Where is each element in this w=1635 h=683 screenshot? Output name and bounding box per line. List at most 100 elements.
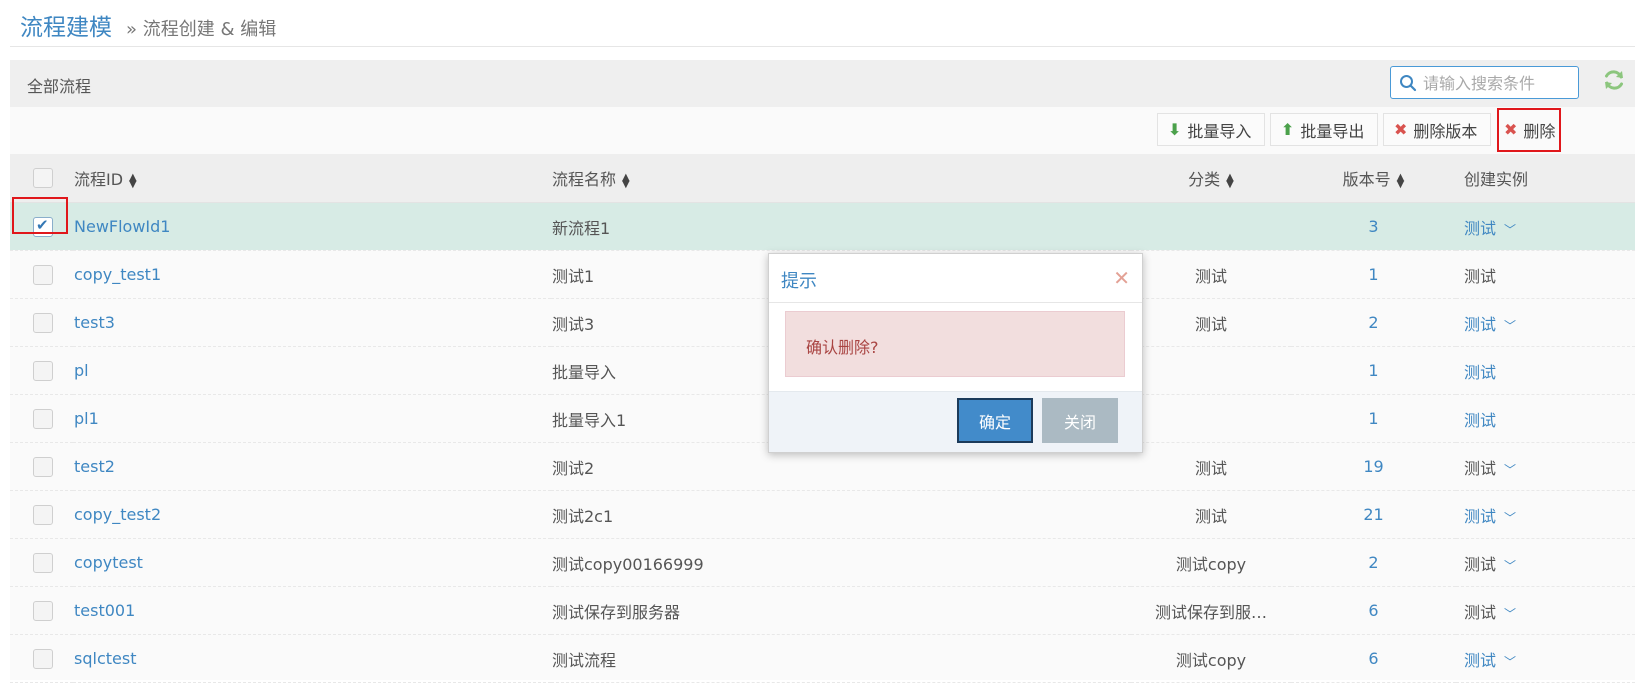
dialog-message: 确认删除?	[806, 338, 879, 357]
row-checkbox[interactable]	[33, 456, 53, 477]
process-id-link[interactable]: copy_test1	[74, 265, 161, 284]
version-number[interactable]: 1	[1368, 409, 1378, 428]
batch-import-button[interactable]: ⬇ 批量导入	[1157, 113, 1265, 146]
sort-icon: ▲ ▼	[622, 171, 630, 190]
process-category: 测试	[1194, 506, 1227, 526]
dialog-header: 提示 ✕	[769, 254, 1142, 303]
sort-icon: ▲ ▼	[129, 171, 137, 190]
chevron-down-icon[interactable]: ﹀	[1504, 607, 1516, 621]
table-row[interactable]: sqlctest 测试流程 测试copy 6 测试 ﹀	[10, 634, 1635, 683]
version-number[interactable]: 21	[1363, 505, 1383, 524]
process-id-link[interactable]: copy_test2	[74, 505, 161, 524]
col-header-id[interactable]: 流程ID ▲ ▼	[73, 154, 551, 203]
delete-highlight-box	[1497, 108, 1561, 152]
process-name: 测试1	[552, 266, 595, 286]
chevron-down-icon[interactable]: ﹀	[1504, 319, 1516, 333]
dialog-footer: 确定 关闭	[769, 391, 1142, 452]
chevron-down-icon[interactable]: ﹀	[1504, 463, 1516, 477]
create-instance-action[interactable]: 测试	[1464, 363, 1496, 382]
chevron-down-icon[interactable]: ﹀	[1504, 559, 1516, 573]
process-id-link[interactable]: pl1	[74, 409, 99, 428]
process-category: 测试	[1194, 266, 1227, 286]
version-number[interactable]: 2	[1368, 553, 1378, 572]
table-row[interactable]: NewFlowId1 新流程1 3 测试 ﹀	[10, 202, 1635, 251]
chevron-down-icon[interactable]: ﹀	[1504, 511, 1516, 525]
create-instance-action[interactable]: 测试	[1464, 267, 1496, 286]
create-instance-action[interactable]: 测试	[1464, 459, 1496, 478]
process-name: 测试流程	[552, 650, 617, 670]
panel-header: 全部流程	[10, 60, 1635, 107]
row-checkbox[interactable]	[33, 312, 53, 333]
process-category: 测试保存到服…	[1154, 602, 1267, 622]
process-id-link[interactable]: test001	[74, 601, 135, 620]
col-header-version[interactable]: 版本号 ▲ ▼	[1291, 154, 1456, 203]
process-id-link[interactable]: NewFlowId1	[74, 217, 170, 236]
table-header-row: 流程ID ▲ ▼ 流程名称 ▲ ▼ 分类 ▲ ▼ 版本号 ▲ ▼ 创建实例	[10, 154, 1635, 203]
col-header-name[interactable]: 流程名称 ▲ ▼	[551, 154, 1131, 203]
batch-export-button[interactable]: ⬆ 批量导出	[1270, 113, 1378, 146]
select-all-checkbox[interactable]	[33, 168, 53, 189]
process-name: 测试保存到服务器	[552, 602, 681, 622]
confirm-button[interactable]: 确定	[957, 398, 1033, 443]
row-checkbox[interactable]	[33, 408, 53, 429]
process-name: 批量导入	[552, 362, 617, 382]
version-number[interactable]: 1	[1368, 265, 1378, 284]
row-checkbox[interactable]	[33, 504, 53, 525]
process-name: 测试2c1	[552, 506, 614, 526]
create-instance-action[interactable]: 测试	[1464, 315, 1496, 334]
chevron-down-icon[interactable]: ﹀	[1504, 223, 1516, 237]
close-icon[interactable]: ✕	[1113, 266, 1130, 290]
checkbox-highlight-box	[12, 197, 68, 234]
import-icon: ⬇	[1168, 120, 1182, 139]
page-title: 流程建模	[20, 15, 112, 41]
process-id-link[interactable]: pl	[74, 361, 89, 380]
row-checkbox[interactable]	[33, 360, 53, 381]
process-id-link[interactable]: test3	[74, 313, 115, 332]
col-header-create: 创建实例	[1456, 154, 1635, 203]
create-instance-action[interactable]: 测试	[1464, 603, 1496, 622]
version-number[interactable]: 2	[1368, 313, 1378, 332]
process-name: 新流程1	[552, 218, 611, 238]
table-row[interactable]: copy_test2 测试2c1 测试 21 测试 ﹀	[10, 490, 1635, 539]
create-instance-action[interactable]: 测试	[1464, 507, 1496, 526]
delete-version-label: 删除版本	[1413, 121, 1478, 141]
create-instance-action[interactable]: 测试	[1464, 219, 1496, 238]
table-row[interactable]: copytest 测试copy00166999 测试copy 2 测试 ﹀	[10, 538, 1635, 587]
row-checkbox[interactable]	[33, 264, 53, 285]
process-category: 测试copy	[1175, 650, 1247, 670]
search-box	[1390, 66, 1579, 100]
version-number[interactable]: 3	[1368, 217, 1378, 236]
version-number[interactable]: 6	[1368, 649, 1378, 668]
version-number[interactable]: 19	[1363, 457, 1383, 476]
chevron-down-icon[interactable]: ﹀	[1504, 655, 1516, 669]
row-checkbox[interactable]	[33, 552, 53, 573]
create-instance-action[interactable]: 测试	[1464, 651, 1496, 670]
process-name: 测试2	[552, 458, 595, 478]
process-id-link[interactable]: test2	[74, 457, 115, 476]
close-button[interactable]: 关闭	[1042, 398, 1118, 443]
row-checkbox[interactable]	[33, 600, 53, 621]
col-header-category[interactable]: 分类 ▲ ▼	[1131, 154, 1291, 203]
create-instance-action[interactable]: 测试	[1464, 555, 1496, 574]
version-number[interactable]: 1	[1368, 361, 1378, 380]
process-category: 测试	[1194, 314, 1227, 334]
batch-export-label: 批量导出	[1300, 121, 1365, 141]
search-input[interactable]	[1421, 67, 1575, 100]
process-id-link[interactable]: copytest	[74, 553, 143, 572]
delete-version-button[interactable]: ✖ 删除版本	[1383, 113, 1491, 146]
version-number[interactable]: 6	[1368, 601, 1378, 620]
export-icon: ⬆	[1281, 120, 1295, 139]
refresh-icon[interactable]	[1602, 68, 1626, 92]
create-instance-action[interactable]: 测试	[1464, 411, 1496, 430]
search-icon	[1400, 75, 1417, 92]
header-divider	[10, 46, 1635, 47]
confirm-dialog: 提示 ✕ 确认删除? 确定 关闭	[768, 253, 1143, 453]
process-name: 批量导入1	[552, 410, 627, 430]
process-name: 测试3	[552, 314, 595, 334]
process-id-link[interactable]: sqlctest	[74, 649, 136, 668]
alert-box: 确认删除?	[785, 311, 1125, 377]
process-category: 测试	[1194, 458, 1227, 478]
page-header: 流程建模 » 流程创建 & 编辑	[20, 8, 276, 44]
table-row[interactable]: test001 测试保存到服务器 测试保存到服… 6 测试 ﹀	[10, 586, 1635, 635]
row-checkbox[interactable]	[33, 648, 53, 669]
